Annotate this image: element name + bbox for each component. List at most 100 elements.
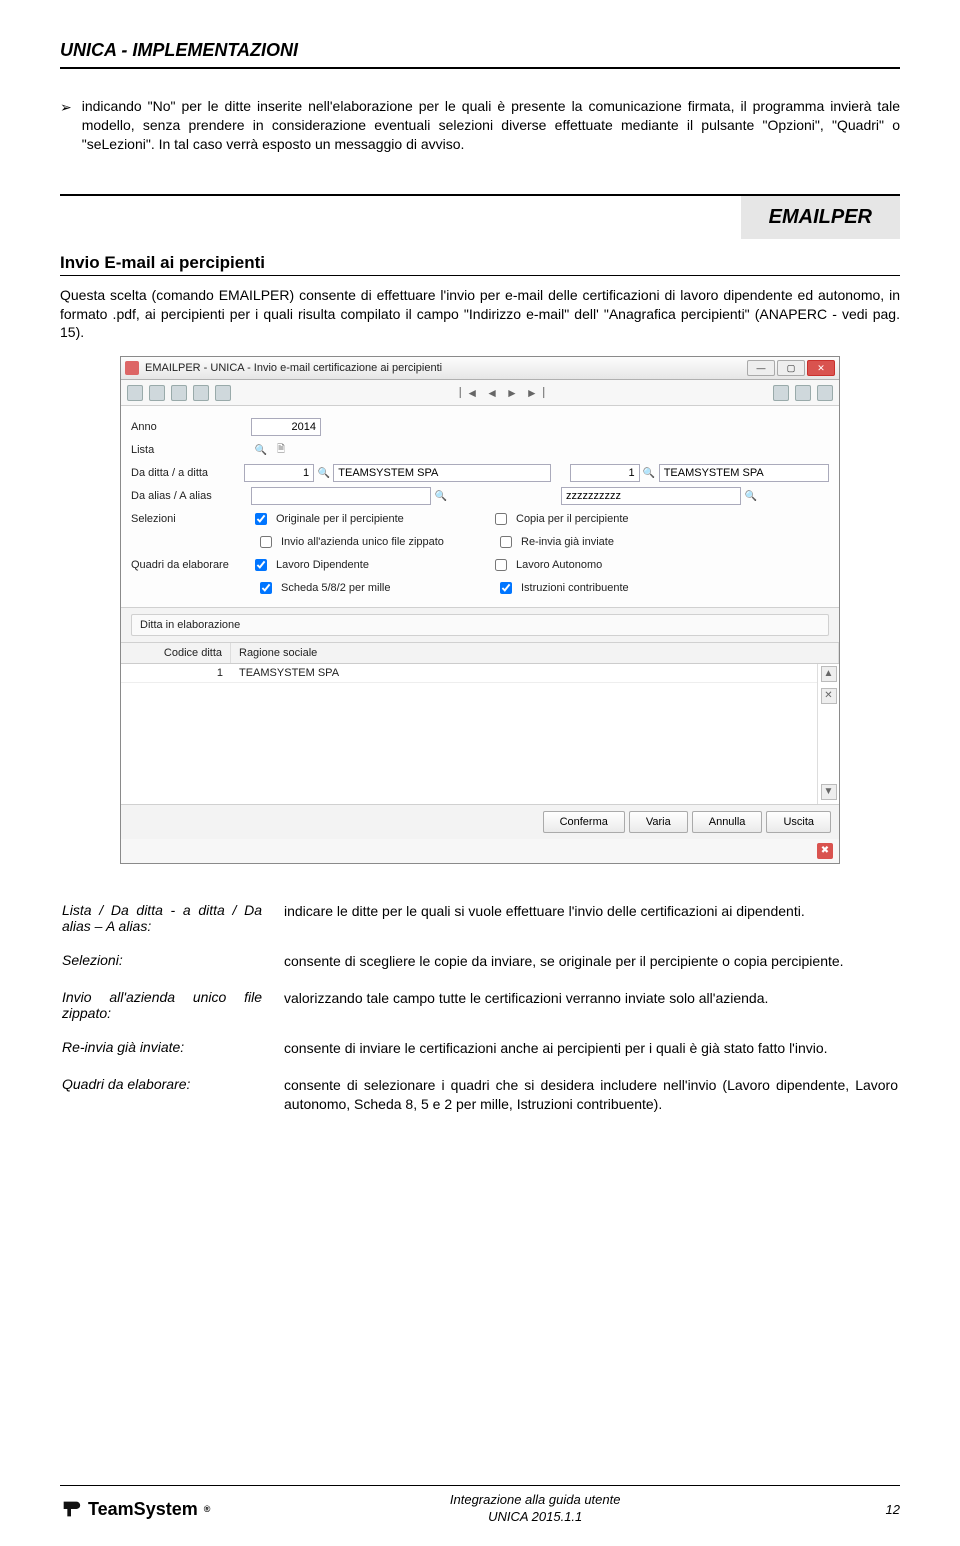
definition-desc: consente di selezionare i quadri che si … — [284, 1068, 898, 1122]
anno-input[interactable] — [251, 418, 321, 436]
definition-row: Selezioni: consente di scegliere le copi… — [62, 944, 898, 979]
chk-istruz-label: Istruzioni contribuente — [521, 582, 629, 594]
error-icon[interactable]: ✖ — [817, 843, 833, 859]
th-codice: Codice ditta — [121, 643, 231, 663]
page-number: 12 — [860, 1502, 900, 1517]
toolbar-icon[interactable] — [215, 385, 231, 401]
footer-divider — [60, 1485, 900, 1486]
nav-last-icon[interactable]: ►丨 — [526, 384, 550, 401]
chk-istruz[interactable] — [500, 582, 512, 594]
definition-desc: consente di inviare le certificazioni an… — [284, 1031, 898, 1066]
section-badge: EMAILPER — [741, 196, 900, 239]
chk-scheda-label: Scheda 5/8/2 per mille — [281, 582, 390, 594]
nav-first-icon[interactable]: 丨◄ — [454, 384, 478, 401]
close-button[interactable]: ✕ — [807, 360, 835, 376]
nav-next-icon[interactable]: ► — [506, 386, 518, 400]
search-icon[interactable]: 🔍 — [316, 465, 331, 481]
button-row: Conferma Varia Annulla Uscita — [121, 804, 839, 839]
scroll-up-icon[interactable]: ▲ — [821, 666, 837, 682]
nav-prev-icon[interactable]: ◄ — [486, 386, 498, 400]
toolbar-icon[interactable] — [795, 385, 811, 401]
chk-invio-zip-label: Invio all'azienda unico file zippato — [281, 536, 444, 548]
toolbar-icon[interactable] — [817, 385, 833, 401]
chk-lav-aut[interactable] — [495, 559, 507, 571]
uscita-button[interactable]: Uscita — [766, 811, 831, 833]
definition-row: Lista / Da ditta - a ditta / Da alias – … — [62, 894, 898, 942]
definition-term: Selezioni: — [62, 944, 282, 979]
ditta-to-name-input[interactable] — [659, 464, 829, 482]
table-side-controls: ▲ ✕ ▼ — [817, 664, 839, 804]
titlebar: EMAILPER - UNICA - Invio e-mail certific… — [121, 357, 839, 380]
ditta-from-code-input[interactable] — [244, 464, 314, 482]
scroll-down-icon[interactable]: ▼ — [821, 784, 837, 800]
definition-row: Re-invia già inviate: consente di inviar… — [62, 1031, 898, 1066]
table-row[interactable]: 1 TEAMSYSTEM SPA — [121, 664, 817, 683]
definition-desc: consente di scegliere le copie da inviar… — [284, 944, 898, 979]
app-icon — [125, 361, 139, 375]
chk-originale[interactable] — [255, 513, 267, 525]
chk-copia[interactable] — [495, 513, 507, 525]
registered-icon: ® — [204, 1504, 211, 1514]
note-icon[interactable]: 🗎 — [273, 442, 289, 458]
page-footer: TeamSystem ® Integrazione alla guida uten… — [60, 1485, 900, 1526]
varia-button[interactable]: Varia — [629, 811, 688, 833]
minimize-button[interactable]: — — [747, 360, 775, 376]
logo: TeamSystem ® — [60, 1498, 210, 1520]
ditta-to-code-input[interactable] — [570, 464, 640, 482]
statusbar: ✖ — [121, 839, 839, 863]
chk-originale-label: Originale per il percipiente — [276, 513, 404, 525]
intro-bullet-row: ➢ indicando "No" per le ditte inserite n… — [60, 97, 900, 154]
toolbar-icon[interactable] — [193, 385, 209, 401]
search-icon[interactable]: 🔍 — [743, 488, 759, 504]
search-icon[interactable]: 🔍 — [642, 465, 657, 481]
alias-to-input[interactable] — [561, 487, 741, 505]
toolbar-icon[interactable] — [773, 385, 789, 401]
definition-desc: indicare le ditte per le quali si vuole … — [284, 894, 898, 942]
intro-text: indicando "No" per le ditte inserite nel… — [82, 97, 900, 154]
sub-heading: Invio E-mail ai percipienti — [60, 253, 900, 273]
maximize-button[interactable]: ▢ — [777, 360, 805, 376]
label-quadri: Quadri da elaborare — [131, 559, 251, 571]
annulla-button[interactable]: Annulla — [692, 811, 763, 833]
status-area: Ditta in elaborazione — [121, 608, 839, 643]
section-body: Questa scelta (comando EMAILPER) consent… — [60, 286, 900, 343]
toolbar-icon[interactable] — [149, 385, 165, 401]
label-da-alias: Da alias / A alias — [131, 490, 251, 502]
delete-row-icon[interactable]: ✕ — [821, 688, 837, 704]
status-label: Ditta in elaborazione — [131, 614, 829, 636]
search-icon[interactable]: 🔍 — [253, 442, 269, 458]
label-anno: Anno — [131, 421, 251, 433]
section-badge-row: EMAILPER — [60, 194, 900, 239]
label-selezioni: Selezioni — [131, 513, 251, 525]
sub-heading-divider — [60, 275, 900, 276]
ditta-from-name-input[interactable] — [333, 464, 550, 482]
form-area: Anno Lista 🔍 🗎 Da ditta / a ditta 🔍 🔍 Da… — [121, 406, 839, 608]
definitions-table: Lista / Da ditta - a ditta / Da alias – … — [60, 892, 900, 1124]
chk-invio-zip[interactable] — [260, 536, 272, 548]
cell-codice: 1 — [121, 664, 231, 682]
chk-copia-label: Copia per il percipiente — [516, 513, 629, 525]
window-title: EMAILPER - UNICA - Invio e-mail certific… — [145, 362, 442, 374]
cell-ragione: TEAMSYSTEM SPA — [231, 664, 817, 682]
screenshot-window: EMAILPER - UNICA - Invio e-mail certific… — [120, 356, 840, 864]
chevron-right-icon: ➢ — [60, 99, 72, 116]
footer-line1: Integrazione alla guida utente — [450, 1492, 621, 1507]
alias-from-input[interactable] — [251, 487, 431, 505]
toolbar-icon[interactable] — [171, 385, 187, 401]
logo-icon — [60, 1498, 82, 1520]
chk-scheda[interactable] — [260, 582, 272, 594]
toolbar-icon[interactable] — [127, 385, 143, 401]
logo-text: TeamSystem — [88, 1499, 198, 1520]
label-da-ditta: Da ditta / a ditta — [131, 467, 244, 479]
chk-reinvia[interactable] — [500, 536, 512, 548]
nav-controls: 丨◄ ◄ ► ►丨 — [454, 384, 550, 401]
conferma-button[interactable]: Conferma — [543, 811, 625, 833]
chk-lav-aut-label: Lavoro Autonomo — [516, 559, 602, 571]
search-icon[interactable]: 🔍 — [433, 488, 449, 504]
chk-reinvia-label: Re-invia già inviate — [521, 536, 614, 548]
doc-title: UNICA - IMPLEMENTAZIONI — [60, 40, 900, 61]
chk-lav-dip[interactable] — [255, 559, 267, 571]
footer-line2: UNICA 2015.1.1 — [488, 1509, 582, 1524]
chk-lav-dip-label: Lavoro Dipendente — [276, 559, 369, 571]
th-ragione: Ragione sociale — [231, 643, 839, 663]
